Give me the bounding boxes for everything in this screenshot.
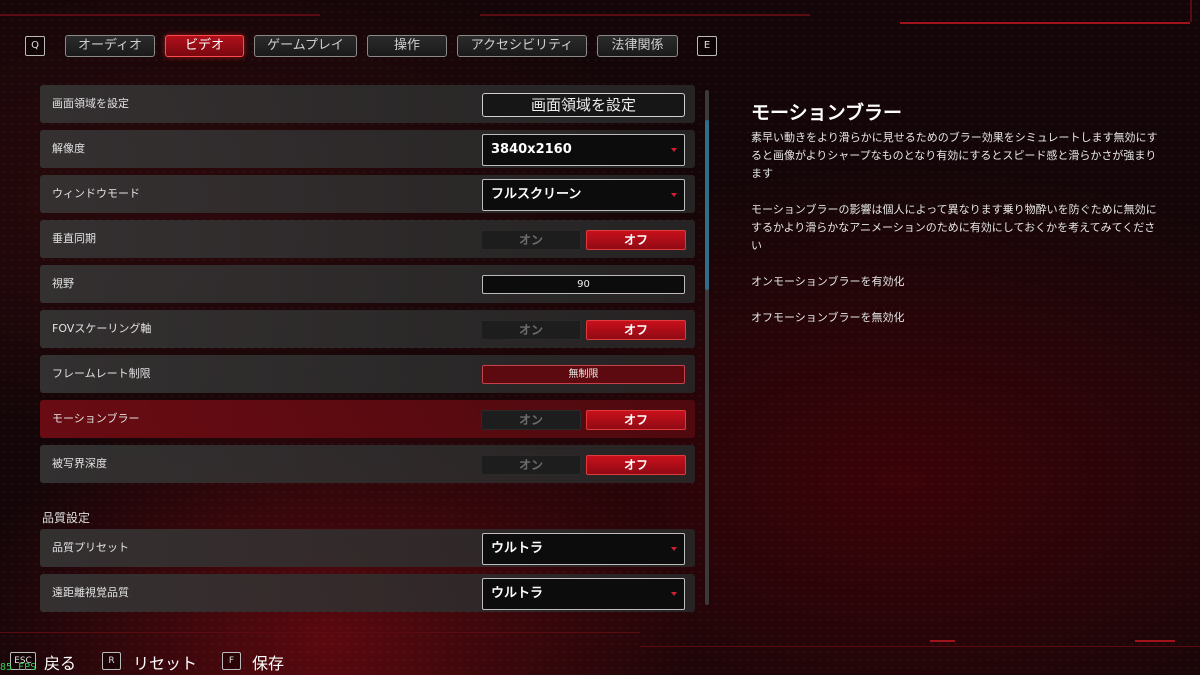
resolution-dropdown[interactable]: 3840x2160 (482, 134, 685, 166)
quality-preset-dropdown[interactable]: ウルトラ (482, 533, 685, 565)
description-off: オフモーションブラーを無効化 (751, 311, 905, 324)
chevron-down-icon (671, 592, 677, 596)
row-resolution[interactable]: 解像度 3840x2160 (40, 130, 695, 168)
row-screen-area[interactable]: 画面領域を設定 画面領域を設定 (40, 85, 695, 123)
dropdown-value: フルスクリーン (491, 187, 582, 202)
tab-audio[interactable]: オーディオ (65, 35, 155, 57)
window-mode-dropdown[interactable]: フルスクリーン (482, 179, 685, 211)
row-fov-scaling[interactable]: FOVスケーリング軸 オン オフ (40, 310, 695, 348)
description-panel: モーションブラー 素早い動きをより滑らかに見せるためのブラー効果をシミュレートし… (751, 98, 1161, 327)
fov-slider[interactable]: 90 (482, 275, 685, 294)
dropdown-value: 3840x2160 (491, 142, 572, 157)
row-motion-blur[interactable]: モーションブラー オン オフ (40, 400, 695, 438)
row-label: モーションブラー (52, 412, 140, 425)
row-label: FOVスケーリング軸 (52, 322, 152, 335)
row-label: ウィンドウモード (52, 187, 140, 200)
far-quality-dropdown[interactable]: ウルトラ (482, 578, 685, 610)
tab-legal[interactable]: 法律関係 (597, 35, 678, 57)
row-label: フレームレート制限 (52, 367, 151, 380)
dropdown-value: ウルトラ (491, 541, 544, 556)
description-text: モーションブラーの影響は個人によって異なります乗り物酔いを防ぐために無効にするか… (751, 203, 1157, 252)
vsync-off-button[interactable]: オフ (586, 230, 686, 250)
reset-key: R (102, 652, 121, 670)
row-label: 解像度 (52, 142, 85, 155)
fov-scaling-on-button[interactable]: オン (481, 320, 581, 340)
row-depth-of-field[interactable]: 被写界深度 オン オフ (40, 445, 695, 483)
dof-on-button[interactable]: オン (481, 455, 581, 475)
row-label: 品質プリセット (52, 541, 129, 554)
row-vsync[interactable]: 垂直同期 オン オフ (40, 220, 695, 258)
motion-blur-off-button[interactable]: オフ (586, 410, 686, 430)
scrollbar[interactable] (705, 90, 709, 605)
frame-line (900, 22, 1190, 24)
frame-line (1135, 640, 1175, 642)
reset-button[interactable]: リセット (133, 650, 197, 673)
save-button[interactable]: 保存 (252, 650, 284, 673)
dropdown-value: ウルトラ (491, 586, 544, 601)
row-label: 画面領域を設定 (52, 97, 129, 110)
chevron-down-icon (671, 193, 677, 197)
row-framerate-limit[interactable]: フレームレート制限 無制限 (40, 355, 695, 393)
vsync-on-button[interactable]: オン (481, 230, 581, 250)
row-label: 被写界深度 (52, 457, 107, 470)
chevron-down-icon (671, 148, 677, 152)
description-on: オンモーションブラーを有効化 (751, 275, 905, 288)
row-window-mode[interactable]: ウィンドウモード フルスクリーン (40, 175, 695, 213)
frame-line (0, 14, 320, 16)
save-key: F (222, 652, 241, 670)
row-fov[interactable]: 視野 90 (40, 265, 695, 303)
screen-area-button[interactable]: 画面領域を設定 (482, 93, 685, 117)
tab-gameplay[interactable]: ゲームプレイ (254, 35, 357, 57)
fov-scaling-off-button[interactable]: オフ (586, 320, 686, 340)
dof-off-button[interactable]: オフ (586, 455, 686, 475)
scrollbar-thumb[interactable] (705, 120, 709, 290)
row-far-quality[interactable]: 遠距離視覚品質 ウルトラ (40, 574, 695, 612)
frame-line (0, 632, 640, 633)
row-label: 視野 (52, 277, 74, 290)
next-tab-key[interactable]: E (697, 36, 717, 56)
tab-controls[interactable]: 操作 (367, 35, 447, 57)
motion-blur-on-button[interactable]: オン (481, 410, 581, 430)
tab-accessibility[interactable]: アクセシビリティ (457, 35, 587, 57)
back-button[interactable]: 戻る (44, 650, 76, 673)
description-text: 素早い動きをより滑らかに見せるためのブラー効果をシミュレートします無効にすると画… (751, 131, 1158, 180)
frame-line (640, 646, 1200, 647)
chevron-down-icon (671, 547, 677, 551)
fps-counter: 85 FPS (0, 662, 37, 673)
frame-line (480, 14, 810, 16)
row-label: 遠距離視覚品質 (52, 586, 129, 599)
frame-line (1190, 0, 1192, 22)
frame-line (930, 640, 955, 642)
prev-tab-key[interactable]: Q (25, 36, 45, 56)
description-title: モーションブラー (751, 102, 903, 124)
row-quality-preset[interactable]: 品質プリセット ウルトラ (40, 529, 695, 567)
tab-video[interactable]: ビデオ (165, 35, 244, 57)
row-label: 垂直同期 (52, 232, 96, 245)
section-title-quality: 品質設定 (42, 511, 91, 525)
framerate-limit-slider[interactable]: 無制限 (482, 365, 685, 384)
